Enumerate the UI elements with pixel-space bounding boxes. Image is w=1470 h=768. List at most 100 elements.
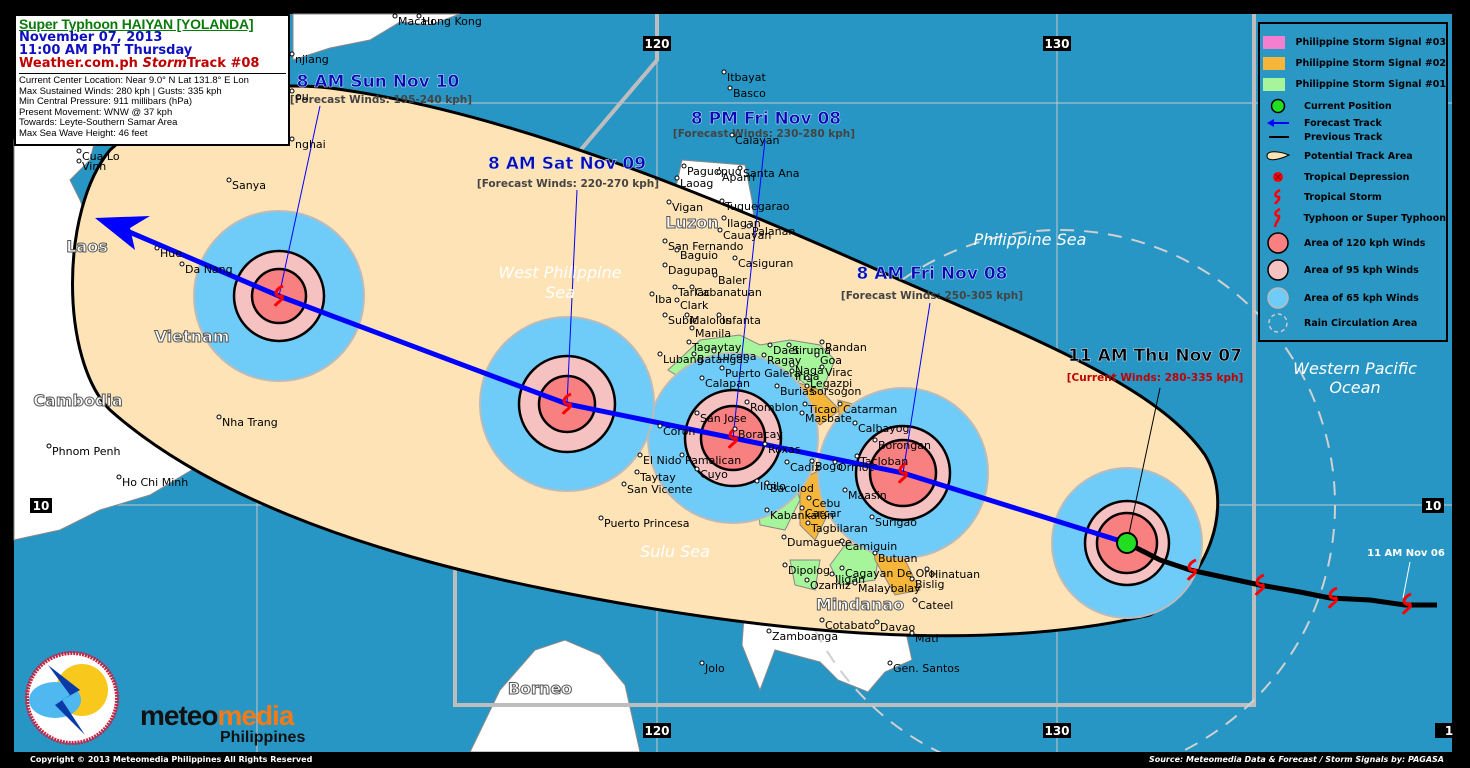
- place-dot: [786, 342, 792, 348]
- legend-label: Area of 120 kph Winds: [1304, 237, 1426, 249]
- forecast-time-label: 8 AM Sun Nov 10: [297, 72, 460, 92]
- longitude-label: 120: [644, 724, 669, 738]
- place-dot: [179, 261, 185, 267]
- storm-name: Super Typhoon HAIYAN [YOLANDA]: [19, 16, 254, 32]
- forecast-time-label: 8 AM Fri Nov 08: [857, 264, 1008, 284]
- forecast-time-label: 8 PM Fri Nov 08: [691, 109, 841, 129]
- place-label: Bislig: [915, 578, 944, 591]
- place-dot: [854, 453, 860, 459]
- place-label: Calapan: [705, 377, 750, 390]
- current-winds-label: [Current Winds: 280-335 kph]: [1067, 372, 1244, 384]
- legend-label: Tropical Depression: [1304, 171, 1410, 183]
- place-label: Casiguran: [738, 257, 793, 270]
- meteomedia-seal-logo: [25, 651, 119, 745]
- place-dot: [672, 284, 678, 290]
- tropical-depression-icon: [1260, 171, 1296, 183]
- place-dot: [819, 364, 825, 370]
- place-dot: [872, 550, 878, 556]
- place-dot: [719, 198, 725, 204]
- sea-label: Western Pacific: [1293, 359, 1417, 378]
- place-label: Randan: [825, 341, 867, 354]
- place-label: Gen. Santos: [893, 662, 960, 675]
- place-dot: [666, 199, 672, 205]
- sea-label: West Philippine: [498, 263, 621, 282]
- previous-time-label: 11 AM Nov 06: [1367, 548, 1445, 559]
- place-dot: [754, 478, 760, 484]
- place-label: Vinh: [82, 160, 106, 173]
- legend-label: Rain Circulation Area: [1304, 317, 1418, 329]
- place-dot: [679, 452, 685, 458]
- place-label: Baguio: [680, 249, 718, 262]
- place-label: Laoag: [680, 177, 713, 190]
- place-label: Dagupan: [668, 264, 718, 277]
- place-dot: [684, 312, 690, 318]
- legend-item: Philippine Storm Signal #01: [1260, 75, 1446, 93]
- place-dot: [721, 215, 727, 221]
- legend-item: Rain Circulation Area: [1260, 313, 1446, 333]
- place-dot: [804, 577, 810, 583]
- place-dot: [832, 459, 838, 465]
- place-dot: [887, 660, 893, 666]
- place-label: Romblon: [750, 401, 798, 414]
- place-dot: [744, 399, 750, 405]
- wind-65-icon: [1260, 287, 1296, 309]
- place-dot: [766, 628, 772, 634]
- place-label: Surigao: [875, 516, 917, 529]
- place-dot: [716, 312, 722, 318]
- forecast-winds-label: [Forecast Winds: 220-270 kph]: [477, 178, 659, 190]
- place-dot: [686, 339, 692, 345]
- place-label: ou: [295, 90, 309, 103]
- place-dot: [764, 507, 770, 513]
- place-label: Cabanatuan: [695, 286, 762, 299]
- place-dot: [737, 165, 743, 171]
- longitude-label: 130: [1044, 724, 1069, 738]
- place-dot: [674, 247, 680, 253]
- place-label: Cateel: [918, 599, 953, 612]
- place-dot: [789, 368, 795, 374]
- place-label: Borongan: [878, 439, 931, 452]
- place-dot: [694, 410, 700, 416]
- place-dot: [689, 325, 695, 331]
- legend-item: Tropical Storm: [1260, 188, 1446, 206]
- place-dot: [694, 466, 700, 472]
- place-dot: [799, 410, 805, 416]
- legend-label: Philippine Storm Signal #01: [1295, 78, 1446, 90]
- place-dot: [912, 597, 918, 603]
- place-label: Tagbilaran: [810, 522, 868, 535]
- place-label: Ho Chi Minh: [122, 476, 188, 489]
- latitude-label: 10: [33, 499, 50, 513]
- place-label: Butuan: [878, 552, 918, 565]
- typhoon-icon: [1260, 208, 1295, 228]
- signal-3-swatch: [1260, 35, 1288, 49]
- potential-track-area-icon: [1260, 149, 1296, 163]
- logo-brand-a: meteo: [140, 700, 218, 731]
- place-label: Sorsogon: [810, 385, 861, 398]
- place-dot: [76, 148, 82, 154]
- place-dot: [872, 437, 878, 443]
- legend-label: Previous Track: [1304, 131, 1383, 143]
- place-label: Itbayat: [727, 71, 767, 84]
- legend-item: Area of 120 kph Winds: [1260, 232, 1446, 254]
- place-dot: [806, 495, 812, 501]
- logo-brand-b: media: [217, 700, 294, 731]
- place-label: Roxas: [768, 443, 801, 456]
- signal-2-swatch: [1260, 56, 1288, 70]
- place-dot: [154, 245, 160, 251]
- forecast-time-label: 8 AM Sat Nov 09: [488, 154, 646, 174]
- place-dot: [746, 223, 752, 229]
- place-dot: [76, 158, 82, 164]
- place-dot: [909, 630, 915, 636]
- place-label: Santa Ana: [743, 167, 799, 180]
- place-dot: [634, 469, 640, 475]
- place-dot: [289, 88, 295, 94]
- source-credit: Source: Meteomedia Data & Forecast / Sto…: [1148, 755, 1444, 764]
- legend-label: Area of 65 kph Winds: [1304, 292, 1419, 304]
- place-dot: [689, 284, 695, 290]
- region-label: Luzon: [665, 213, 718, 232]
- legend-item: Potential Track Area: [1260, 147, 1446, 165]
- place-dot: [657, 351, 663, 357]
- region-label: Borneo: [508, 679, 572, 698]
- detail-towards: Towards: Leyte-Southern Samar Area: [19, 117, 178, 128]
- place-label: Calayan: [735, 134, 779, 147]
- place-dot: [774, 383, 780, 389]
